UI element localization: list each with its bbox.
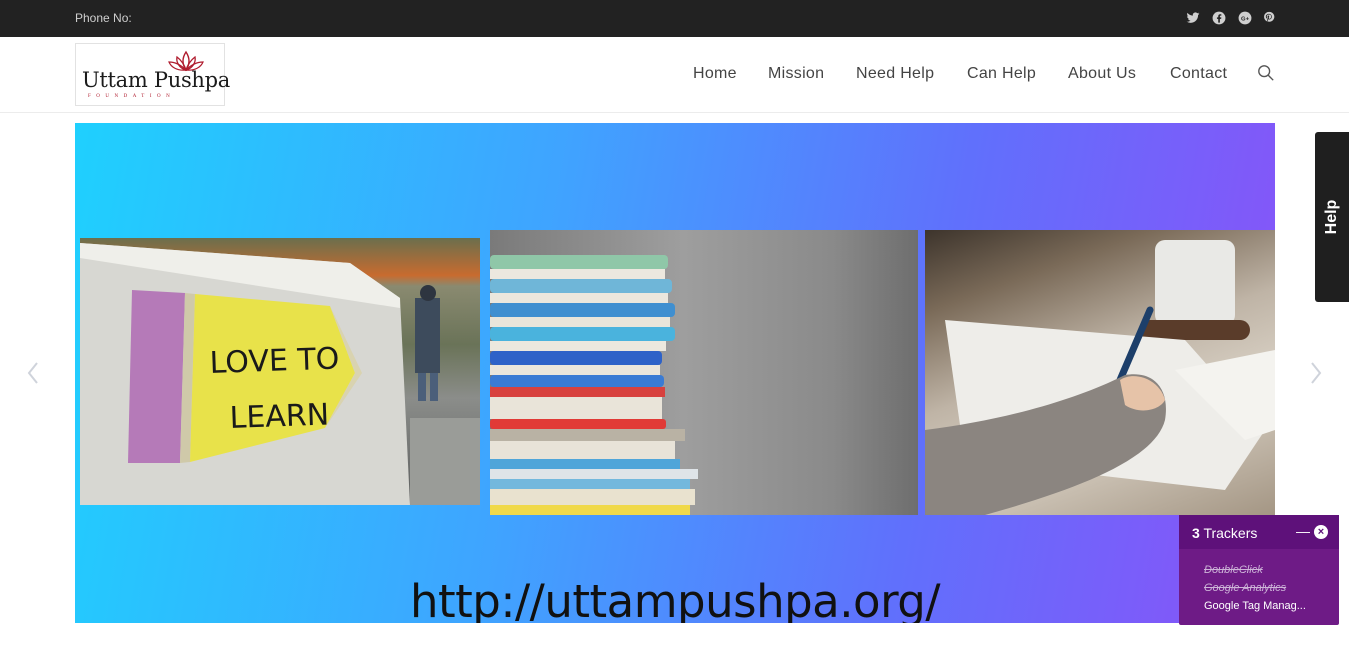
site-header: Uttam Pushpa FOUNDATION Home Mission Nee…: [0, 37, 1349, 113]
logo-subtext: FOUNDATION: [88, 94, 176, 99]
chevron-left-icon[interactable]: [26, 360, 40, 386]
pinterest-icon[interactable]: [1261, 10, 1277, 26]
help-tab-label: Help: [1323, 199, 1340, 235]
tracker-title: 3 Trackers: [1192, 525, 1257, 541]
hero-slide[interactable]: LOVE TO LEARN http://uttampushpa.org/: [75, 123, 1275, 623]
tracker-title-suffix: Trackers: [1203, 525, 1258, 541]
phone-label: Phone No:: [75, 11, 132, 25]
nav-contact[interactable]: Contact: [1170, 65, 1227, 83]
google-plus-icon[interactable]: G+: [1237, 10, 1253, 26]
nav-can-help[interactable]: Can Help: [967, 65, 1036, 83]
tracker-widget: 3 Trackers — × DoubleClick Google Analyt…: [1179, 515, 1339, 625]
svg-text:G+: G+: [1241, 16, 1250, 22]
nav-need-help[interactable]: Need Help: [856, 65, 934, 83]
chevron-right-icon[interactable]: [1309, 360, 1323, 386]
tracker-item: DoubleClick: [1204, 564, 1263, 576]
nav-mission[interactable]: Mission: [768, 65, 824, 83]
help-tab[interactable]: Help: [1315, 132, 1349, 302]
logo-text: Uttam Pushpa: [82, 68, 231, 92]
photo-books: [490, 230, 918, 515]
search-icon[interactable]: [1257, 64, 1275, 82]
top-bar: Phone No: G+: [0, 0, 1349, 37]
photo-sign-line1: LOVE TO: [209, 341, 340, 381]
tracker-item: Google Tag Manag...: [1204, 600, 1306, 612]
facebook-icon[interactable]: [1211, 10, 1227, 26]
photo-love-to-learn: LOVE TO LEARN: [80, 238, 480, 505]
twitter-icon[interactable]: [1185, 10, 1201, 26]
nav-about-us[interactable]: About Us: [1068, 65, 1136, 83]
minimize-icon[interactable]: —: [1296, 523, 1310, 539]
tracker-header: 3 Trackers — ×: [1179, 515, 1339, 549]
photo-writing: [925, 230, 1275, 515]
nav-home[interactable]: Home: [693, 65, 737, 83]
tracker-item: Google Analytics: [1204, 582, 1287, 594]
photo-sign-line2: LEARN: [229, 398, 330, 436]
site-logo[interactable]: Uttam Pushpa FOUNDATION: [75, 43, 230, 106]
close-icon[interactable]: ×: [1314, 525, 1328, 539]
tracker-count: 3: [1192, 525, 1200, 541]
slide-url-text: http://uttampushpa.org/: [409, 575, 941, 623]
